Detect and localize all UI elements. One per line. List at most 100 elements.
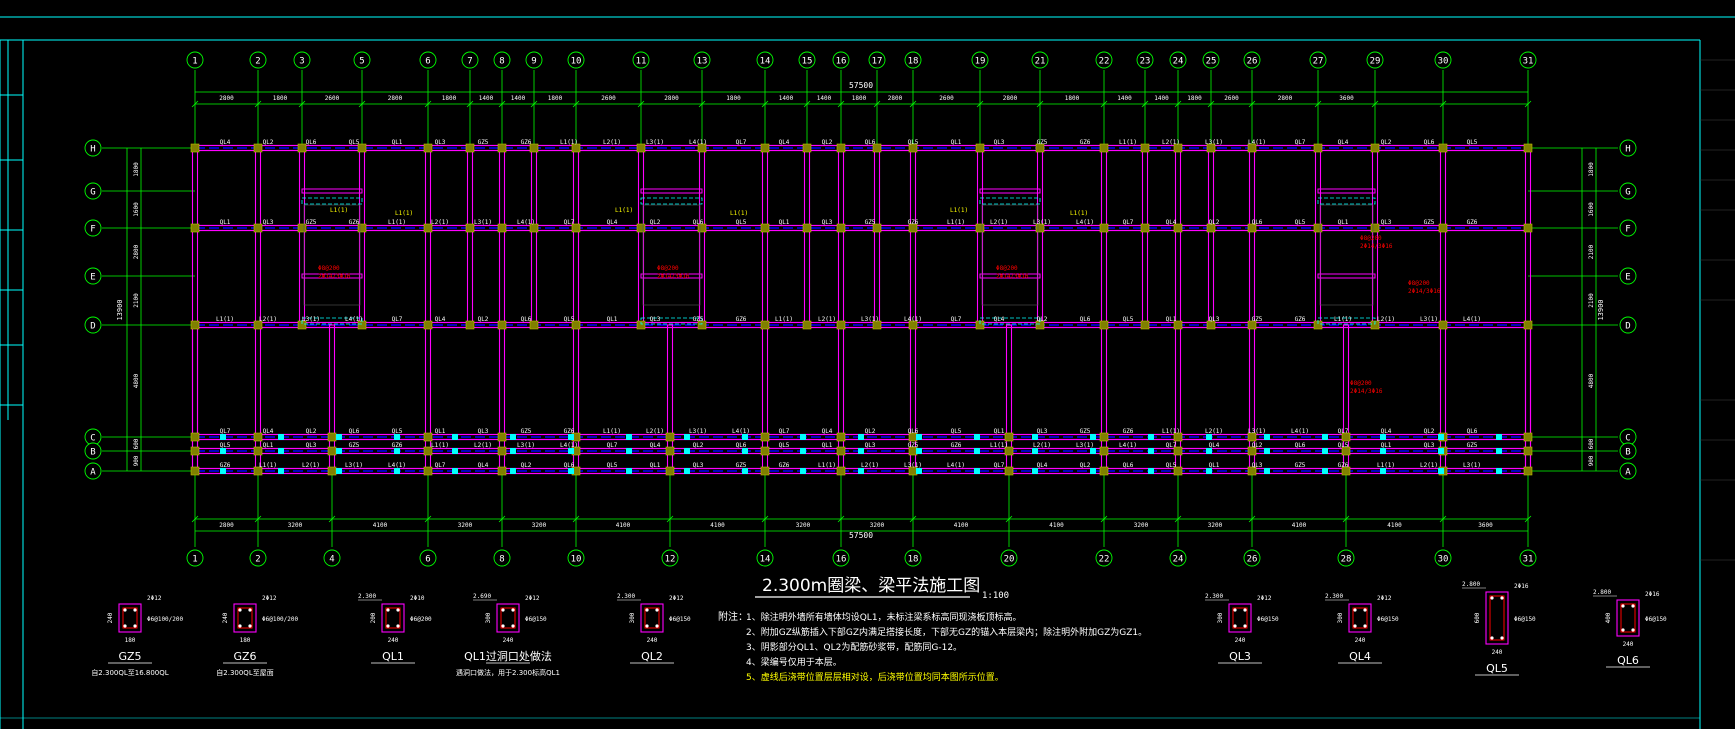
- column-gz: [1523, 223, 1533, 233]
- beam-label: GZ6: [779, 462, 790, 469]
- rebar-dot: [238, 624, 242, 628]
- beam-label: L4(1): [1291, 428, 1309, 435]
- column-gz: [802, 223, 812, 233]
- rebar-dot: [396, 608, 400, 612]
- cyan-column: [278, 448, 284, 454]
- dim-top: 1800: [1065, 95, 1080, 102]
- beam-label: GZ5: [1037, 139, 1048, 146]
- beam-label: QL4: [220, 139, 231, 146]
- cyan-column: [800, 448, 806, 454]
- dim-top: 1800: [726, 95, 741, 102]
- beam-label: QL5: [951, 428, 962, 435]
- beam-label: L4(1): [1119, 442, 1137, 449]
- rebar-dot: [1621, 604, 1625, 608]
- axis-bubble-top: 8: [499, 57, 504, 67]
- wall-horizontal: [1317, 273, 1376, 279]
- cyan-column: [336, 468, 342, 474]
- beam-label: GZ5: [1080, 428, 1091, 435]
- section-elev: 2.300: [358, 593, 376, 600]
- column-gz: [327, 446, 337, 456]
- axis-bubble-top: 6: [425, 57, 430, 67]
- wall-horizontal: [1317, 188, 1376, 194]
- column-gz: [190, 466, 200, 476]
- beam-label: GZ5: [736, 462, 747, 469]
- axis-bubble-left: A: [90, 468, 96, 478]
- beam-label: QL1: [779, 219, 790, 226]
- section-width: 240: [647, 637, 658, 644]
- column-gz: [1523, 446, 1533, 456]
- column-gz: [497, 223, 507, 233]
- post-pour-strip: [979, 317, 1041, 325]
- cyan-column: [1496, 448, 1502, 454]
- beam-label: L1(1): [947, 219, 965, 226]
- section-width: 180: [240, 637, 251, 644]
- beam-label: GZ6: [349, 219, 360, 226]
- column-gz: [636, 223, 646, 233]
- column-gz: [836, 432, 846, 442]
- beam-label: QL1: [1166, 316, 1177, 323]
- column-gz: [1438, 143, 1448, 153]
- beam-label: QL3: [478, 428, 489, 435]
- beam-label: QL7: [392, 316, 403, 323]
- beam-label: L4(1): [560, 442, 578, 449]
- wall-vertical: [1439, 147, 1447, 326]
- section-bars: 2Φ12: [1377, 595, 1392, 602]
- rebar-dot: [645, 608, 649, 612]
- dim-bottom: 3200: [1134, 522, 1149, 529]
- dim-right: 1600: [1588, 202, 1595, 217]
- drawing-title: 2.300m圈梁、梁平法施工图: [762, 576, 980, 596]
- dim-bottom: 4100: [616, 522, 631, 529]
- axis-bubble-top: 21: [1035, 57, 1046, 67]
- beam-label: QL6: [1295, 442, 1306, 449]
- beam-label: QL5: [1467, 139, 1478, 146]
- beam-label: QL4: [822, 428, 833, 435]
- section-elev: 2.690: [473, 593, 491, 600]
- dim-top: 1400: [479, 95, 494, 102]
- red-annotation: Φ8@200: [318, 265, 340, 272]
- section-elev: 2.300: [1325, 593, 1343, 600]
- beam-label: QL5: [1338, 442, 1349, 449]
- section-height: 200: [370, 612, 377, 623]
- column-gz: [760, 320, 770, 330]
- axis-bubble-top: 26: [1247, 57, 1258, 67]
- beam-label: QL2: [1080, 462, 1091, 469]
- wall-vertical: [466, 147, 474, 326]
- axis-bubble-top: 17: [872, 57, 883, 67]
- rebar-dot: [645, 624, 649, 628]
- column-gz: [1140, 320, 1150, 330]
- dim-top: 2800: [1003, 95, 1018, 102]
- beam-label: QL5: [392, 428, 403, 435]
- section-name: QL2: [641, 650, 663, 663]
- beam-label: QL4: [607, 219, 618, 226]
- dim-top: 1800: [852, 95, 867, 102]
- column-gz: [465, 223, 475, 233]
- section-width: 240: [1492, 649, 1503, 656]
- cyan-column: [800, 468, 806, 474]
- beam-label: QL7: [607, 442, 618, 449]
- beam-label: GZ6: [564, 428, 575, 435]
- beam-label: L2(1): [474, 442, 492, 449]
- axis-bubble-top: 25: [1206, 57, 1217, 67]
- beam-label: QL3: [435, 139, 446, 146]
- beam-label: L4(1): [345, 316, 363, 323]
- beam-label: QL7: [1166, 442, 1177, 449]
- dim-bottom: 2800: [219, 522, 234, 529]
- beam-label: QL4: [994, 316, 1005, 323]
- axis-bubble-bottom: 4: [329, 555, 334, 565]
- beam-label: QL4: [435, 316, 446, 323]
- section-width: 240: [503, 637, 514, 644]
- note-line: 4、梁编号仅用于本层。: [746, 656, 842, 668]
- rebar-dot: [386, 624, 390, 628]
- beam-label: GZ5: [1424, 219, 1435, 226]
- beam-label: L2(1): [1205, 428, 1223, 435]
- beam-label: L3(1): [689, 428, 707, 435]
- beam-label: QL2: [263, 139, 274, 146]
- rebar-dot: [1631, 604, 1635, 608]
- beam-label: QL5: [779, 442, 790, 449]
- beam-label: QL3: [1381, 219, 1392, 226]
- beam-label: GZ6: [392, 442, 403, 449]
- cyan-column: [452, 468, 458, 474]
- beam-label: QL3: [1037, 428, 1048, 435]
- beam-label: QL6: [908, 428, 919, 435]
- column-gz: [1099, 432, 1109, 442]
